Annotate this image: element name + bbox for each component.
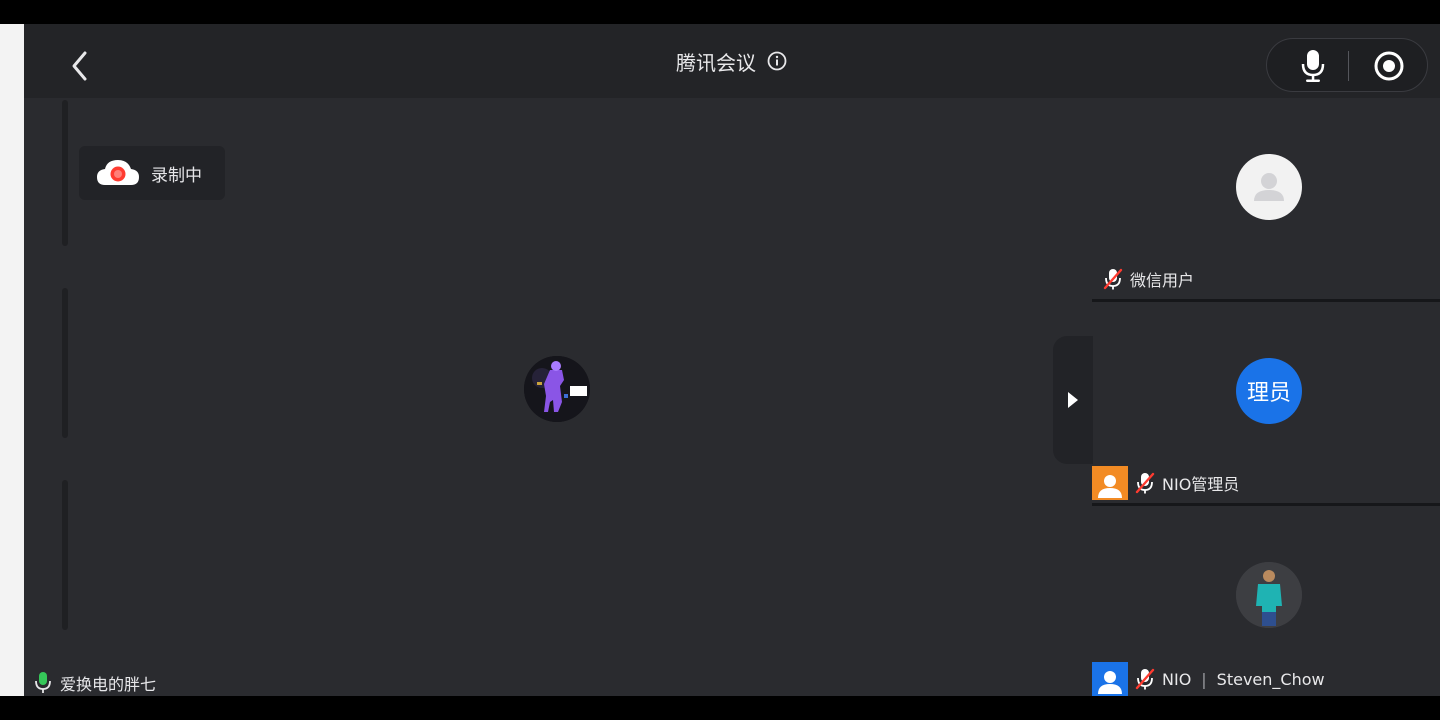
main-video-area: 录制中 爱换电的胖七 — [24, 98, 1092, 696]
active-speaker-label: 爱换电的胖七 — [34, 670, 156, 696]
collapse-panel-button[interactable] — [1053, 336, 1093, 464]
cohost-badge-icon — [1092, 662, 1128, 696]
left-edge-strip — [0, 24, 24, 696]
audio-controls — [1266, 38, 1428, 92]
participant-org: NIO — [1162, 669, 1192, 689]
host-badge-icon — [1092, 466, 1128, 500]
participant-tile[interactable]: 微信用户 — [1092, 98, 1440, 302]
pill-divider — [1348, 51, 1349, 81]
mic-muted-icon — [1135, 472, 1155, 494]
record-button[interactable] — [1367, 48, 1411, 84]
name-separator: | — [1201, 669, 1207, 689]
divider-line — [62, 100, 68, 246]
mic-muted-icon — [1135, 668, 1155, 690]
text-avatar: 理员 — [1236, 358, 1302, 424]
meeting-screen: 腾讯会议 录制中 爱换电的胖七 微信用户 理员 NIO管理员 NIO | Ste… — [0, 24, 1440, 696]
default-user-avatar — [1236, 154, 1302, 220]
play-right-icon — [1068, 392, 1078, 408]
photo-avatar — [1236, 562, 1302, 628]
microphone-active-icon — [35, 672, 51, 693]
participant-panel: 微信用户 理员 NIO管理员 NIO | Steven_Chow — [1092, 98, 1440, 696]
recording-badge[interactable]: 录制中 — [79, 146, 225, 200]
top-bar: 腾讯会议 — [24, 24, 1440, 98]
recording-label: 录制中 — [151, 165, 202, 186]
mic-muted-icon — [1103, 268, 1123, 290]
speaker-avatar — [524, 356, 590, 422]
avatar-text: 理员 — [1246, 381, 1291, 406]
participant-name: NIO管理员 — [1162, 475, 1240, 494]
participant-name: 微信用户 — [1130, 271, 1195, 290]
divider-line — [62, 288, 68, 438]
meeting-title: 腾讯会议 — [676, 50, 756, 75]
divider-line — [62, 480, 68, 630]
record-icon — [1374, 51, 1404, 81]
info-icon[interactable] — [766, 50, 788, 72]
microphone-icon — [1301, 50, 1325, 82]
speaker-name: 爱换电的胖七 — [60, 675, 157, 694]
participant-name: Steven_Chow — [1216, 669, 1325, 689]
participant-tile[interactable]: 理员 NIO管理员 — [1092, 302, 1440, 506]
participant-tile[interactable]: NIO | Steven_Chow — [1092, 506, 1440, 696]
microphone-button[interactable] — [1291, 48, 1335, 84]
cloud-record-icon — [97, 160, 139, 185]
